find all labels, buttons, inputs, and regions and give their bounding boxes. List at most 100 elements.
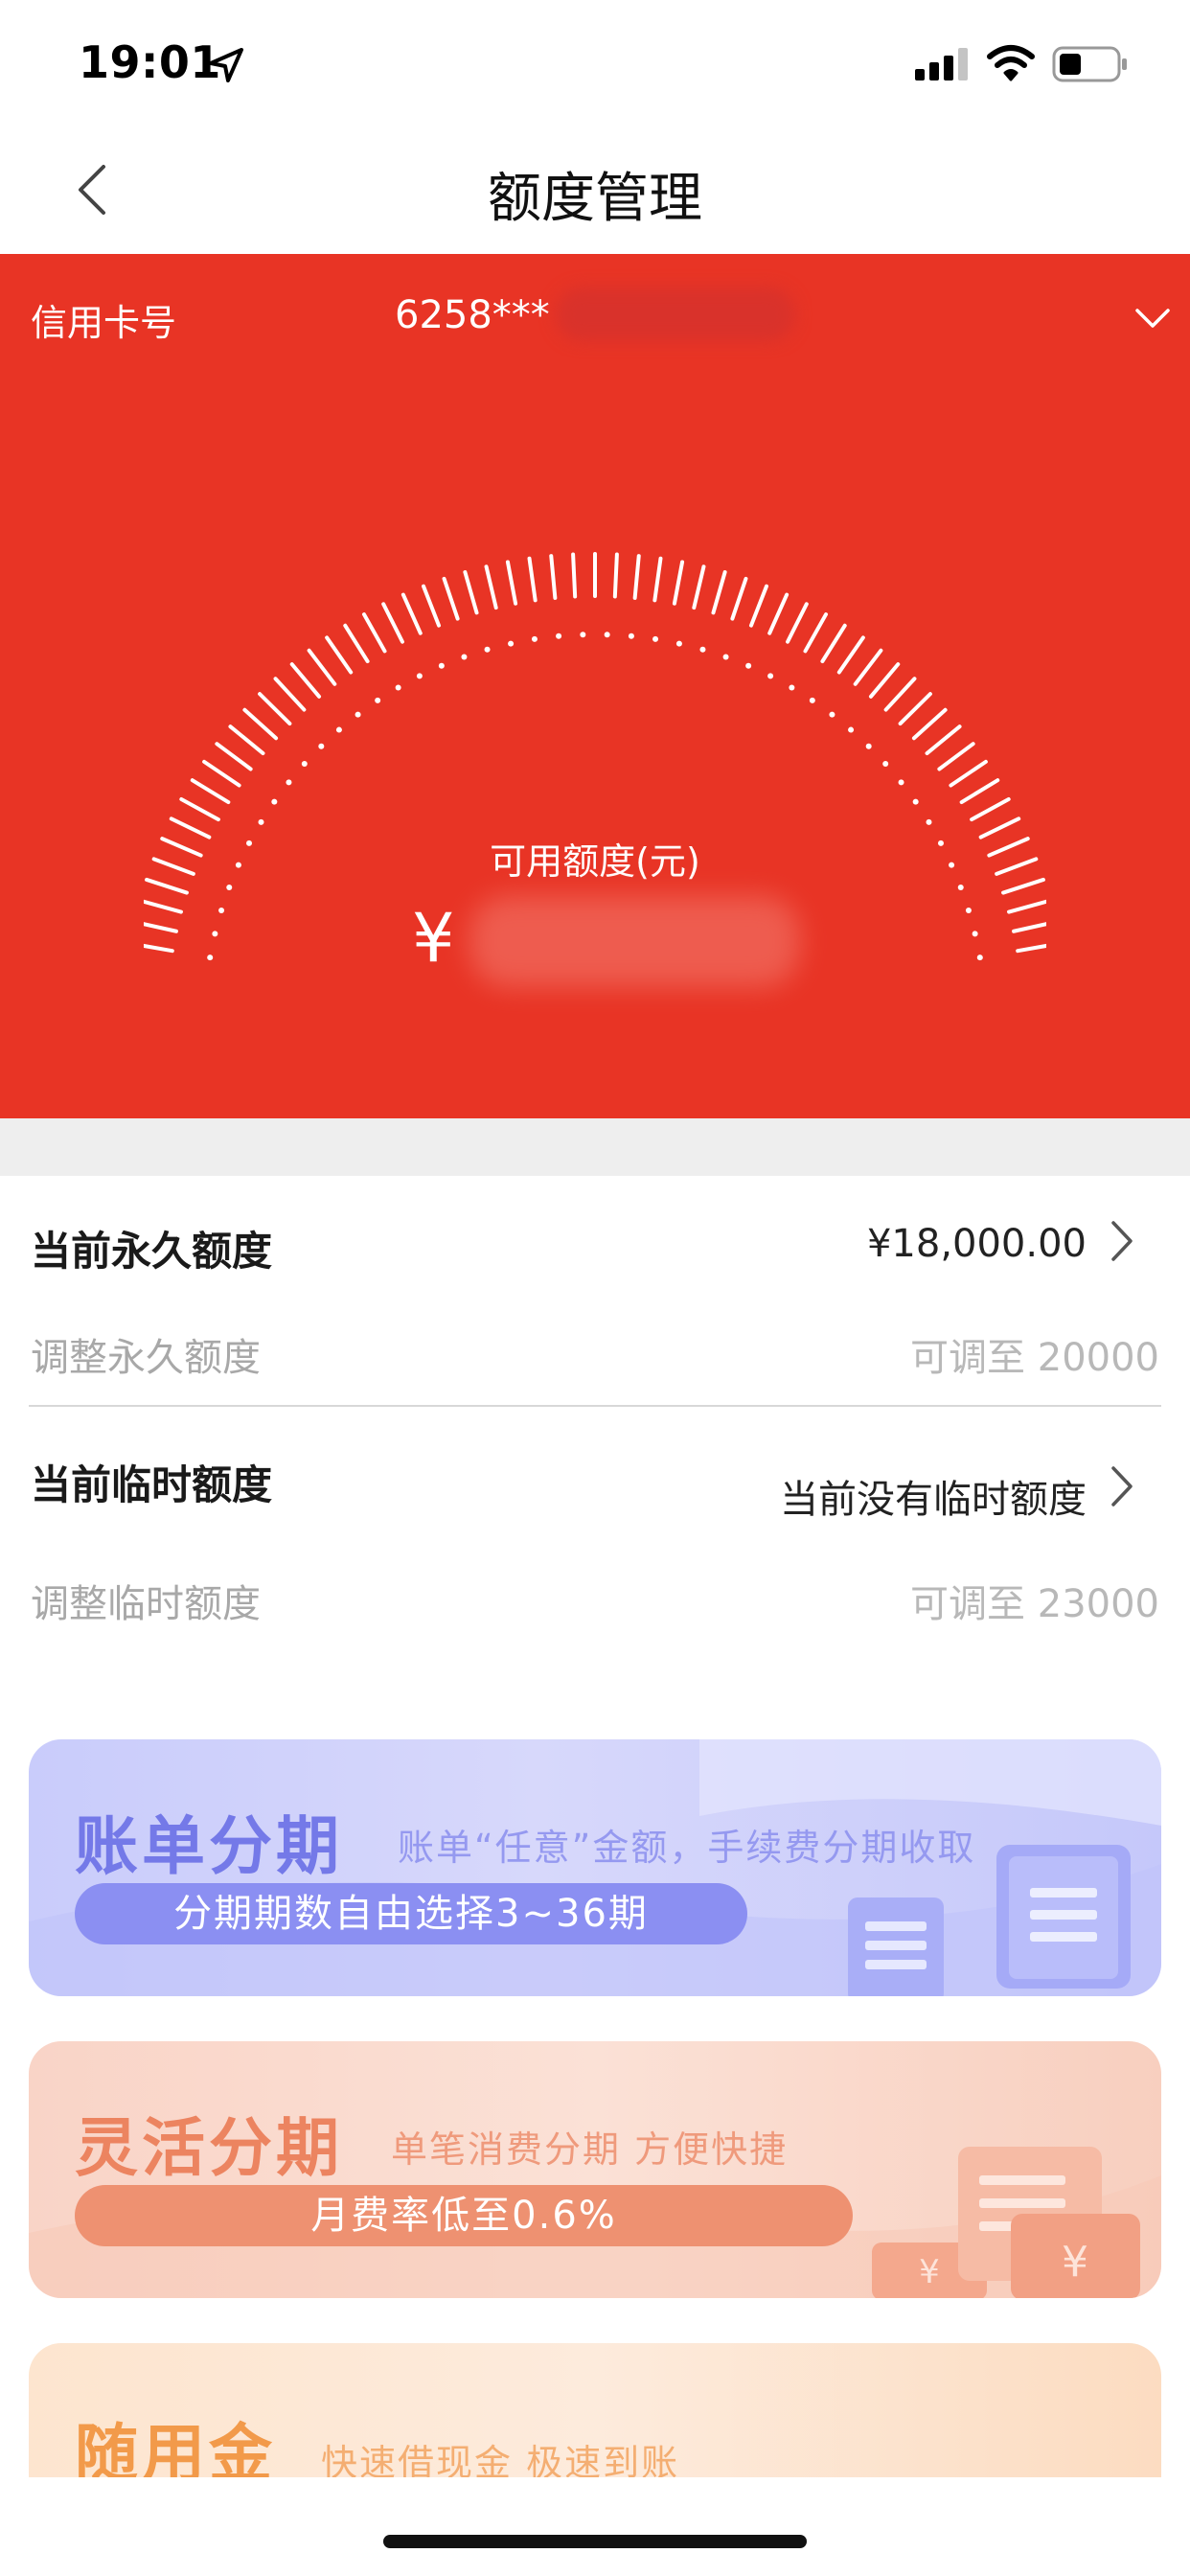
status-time: 19:01 (79, 36, 221, 88)
gauge-dot (286, 779, 292, 786)
status-bar: 19:01 (0, 0, 1190, 129)
document-icon (848, 1845, 1131, 1996)
home-indicator[interactable] (383, 2535, 807, 2548)
gauge-tick (711, 570, 727, 615)
chevron-down-icon[interactable] (1134, 305, 1171, 332)
permanent-limit-value: ¥18,000.00 (866, 1222, 1087, 1266)
gauge-dot (335, 726, 342, 733)
gauge-dot (226, 885, 233, 891)
available-currency: ¥ (412, 899, 455, 978)
gauge-dot (882, 760, 889, 767)
gauge-tick (925, 724, 962, 756)
bottom-safe-area (0, 2477, 1190, 2576)
gauge-tick (325, 635, 354, 675)
gauge-dot (965, 907, 972, 913)
gauge-tick (273, 677, 307, 712)
promo-bill-installment[interactable]: 账单分期 账单“任意”金额，手续费分期收取 分期期数自由选择3~36期 (29, 1739, 1161, 1996)
gauge-tick (868, 662, 901, 699)
gauge-dot (957, 885, 964, 891)
gauge-dot (218, 907, 225, 913)
gauge-tick (549, 554, 558, 600)
gauge-tick (898, 692, 932, 726)
card-number-label: 信用卡号 (31, 302, 177, 344)
temporary-limit-value: 当前没有临时额度 (780, 1478, 1087, 1522)
adjust-temporary-label: 调整临时额度 (31, 1582, 261, 1626)
gauge-tick (1012, 922, 1046, 933)
gauge-tick (672, 560, 685, 606)
gauge-tick (571, 552, 578, 599)
gauge-dot (789, 684, 795, 691)
gauge-tick (652, 556, 663, 603)
battery-icon (1052, 46, 1127, 82)
gauge-tick (289, 662, 322, 699)
chevron-right-icon[interactable] (1110, 1219, 1134, 1263)
gauge-dot (508, 640, 515, 647)
gauge-tick (422, 584, 442, 628)
gauge-tick (258, 692, 292, 726)
gauge-tick (820, 623, 847, 664)
gauge-dot (722, 654, 729, 660)
adjust-permanent-label: 调整永久额度 (31, 1336, 261, 1380)
gauge-dot (484, 646, 491, 653)
gauge-tick (343, 623, 370, 664)
signal-icon (915, 48, 968, 80)
wifi-icon (987, 45, 1035, 81)
gauge-dot (301, 760, 308, 767)
gauge-tick (1016, 943, 1046, 954)
gauge-dot (745, 662, 752, 669)
gauge-tick (307, 648, 337, 686)
promo-pill: 分期期数自由选择3~36期 (75, 1883, 747, 1944)
gauge-dot (628, 632, 634, 639)
gauge-tick (381, 602, 404, 644)
gauge-dot (912, 798, 919, 805)
gauge-tick (484, 564, 498, 610)
gauge-tick (144, 899, 183, 914)
gauge-dot (829, 711, 835, 718)
gauge-dot (604, 632, 610, 638)
gauge-tick (692, 564, 706, 610)
gauge-dot (675, 640, 682, 647)
gauge-tick (527, 556, 538, 603)
gauge-tick (767, 592, 790, 635)
card-number-redaction (556, 288, 795, 341)
gauge-tick (853, 648, 883, 686)
gauge-tick (612, 552, 619, 599)
gauge-tick (970, 796, 1011, 822)
gauge-dot (652, 635, 659, 642)
gauge-dot (580, 632, 586, 638)
promo-pill: 月费率低至0.6% (75, 2185, 853, 2246)
promo-desc: 单笔消费分期 方便快捷 (391, 2128, 789, 2171)
temporary-limit-title: 当前临时额度 (31, 1461, 273, 1508)
gauge-dot (809, 697, 815, 703)
gauge-tick (911, 707, 948, 741)
gauge-tick (883, 677, 917, 712)
gauge-dot (898, 779, 904, 786)
gauge-tick (400, 592, 423, 635)
gauge-tick (959, 778, 1000, 805)
yen-card-icon: ¥ ¥ (872, 2147, 1140, 2298)
adjust-temporary-value: 可调至 23000 (910, 1582, 1159, 1626)
gauge-dot (556, 632, 562, 639)
svg-text:¥: ¥ (1062, 2238, 1088, 2287)
location-arrow-icon (209, 48, 243, 82)
gauge-dot (848, 726, 855, 733)
gauge-dot (355, 711, 361, 718)
svg-text:¥: ¥ (919, 2253, 940, 2291)
permanent-limit-title: 当前永久额度 (31, 1228, 273, 1275)
gauge-dot (926, 818, 932, 825)
gauge-dot (972, 931, 978, 937)
gauge-tick (442, 576, 460, 621)
gauge-tick (361, 612, 387, 654)
gauge-tick (144, 922, 178, 933)
gauge-dot (865, 743, 872, 749)
promo-flexible-installment[interactable]: 灵活分期 单笔消费分期 方便快捷 月费率低至0.6% ¥ ¥ (29, 2041, 1161, 2298)
gauge-tick (1007, 899, 1046, 914)
gauge-dot (531, 635, 538, 642)
chevron-right-icon[interactable] (1110, 1464, 1134, 1508)
gauge-tick (730, 576, 748, 621)
gauge-dot (461, 654, 468, 660)
available-limit-label: 可用额度(元) (490, 840, 700, 883)
gauge-tick (803, 612, 829, 654)
gauge-tick (242, 707, 279, 741)
gauge-dot (375, 697, 381, 703)
